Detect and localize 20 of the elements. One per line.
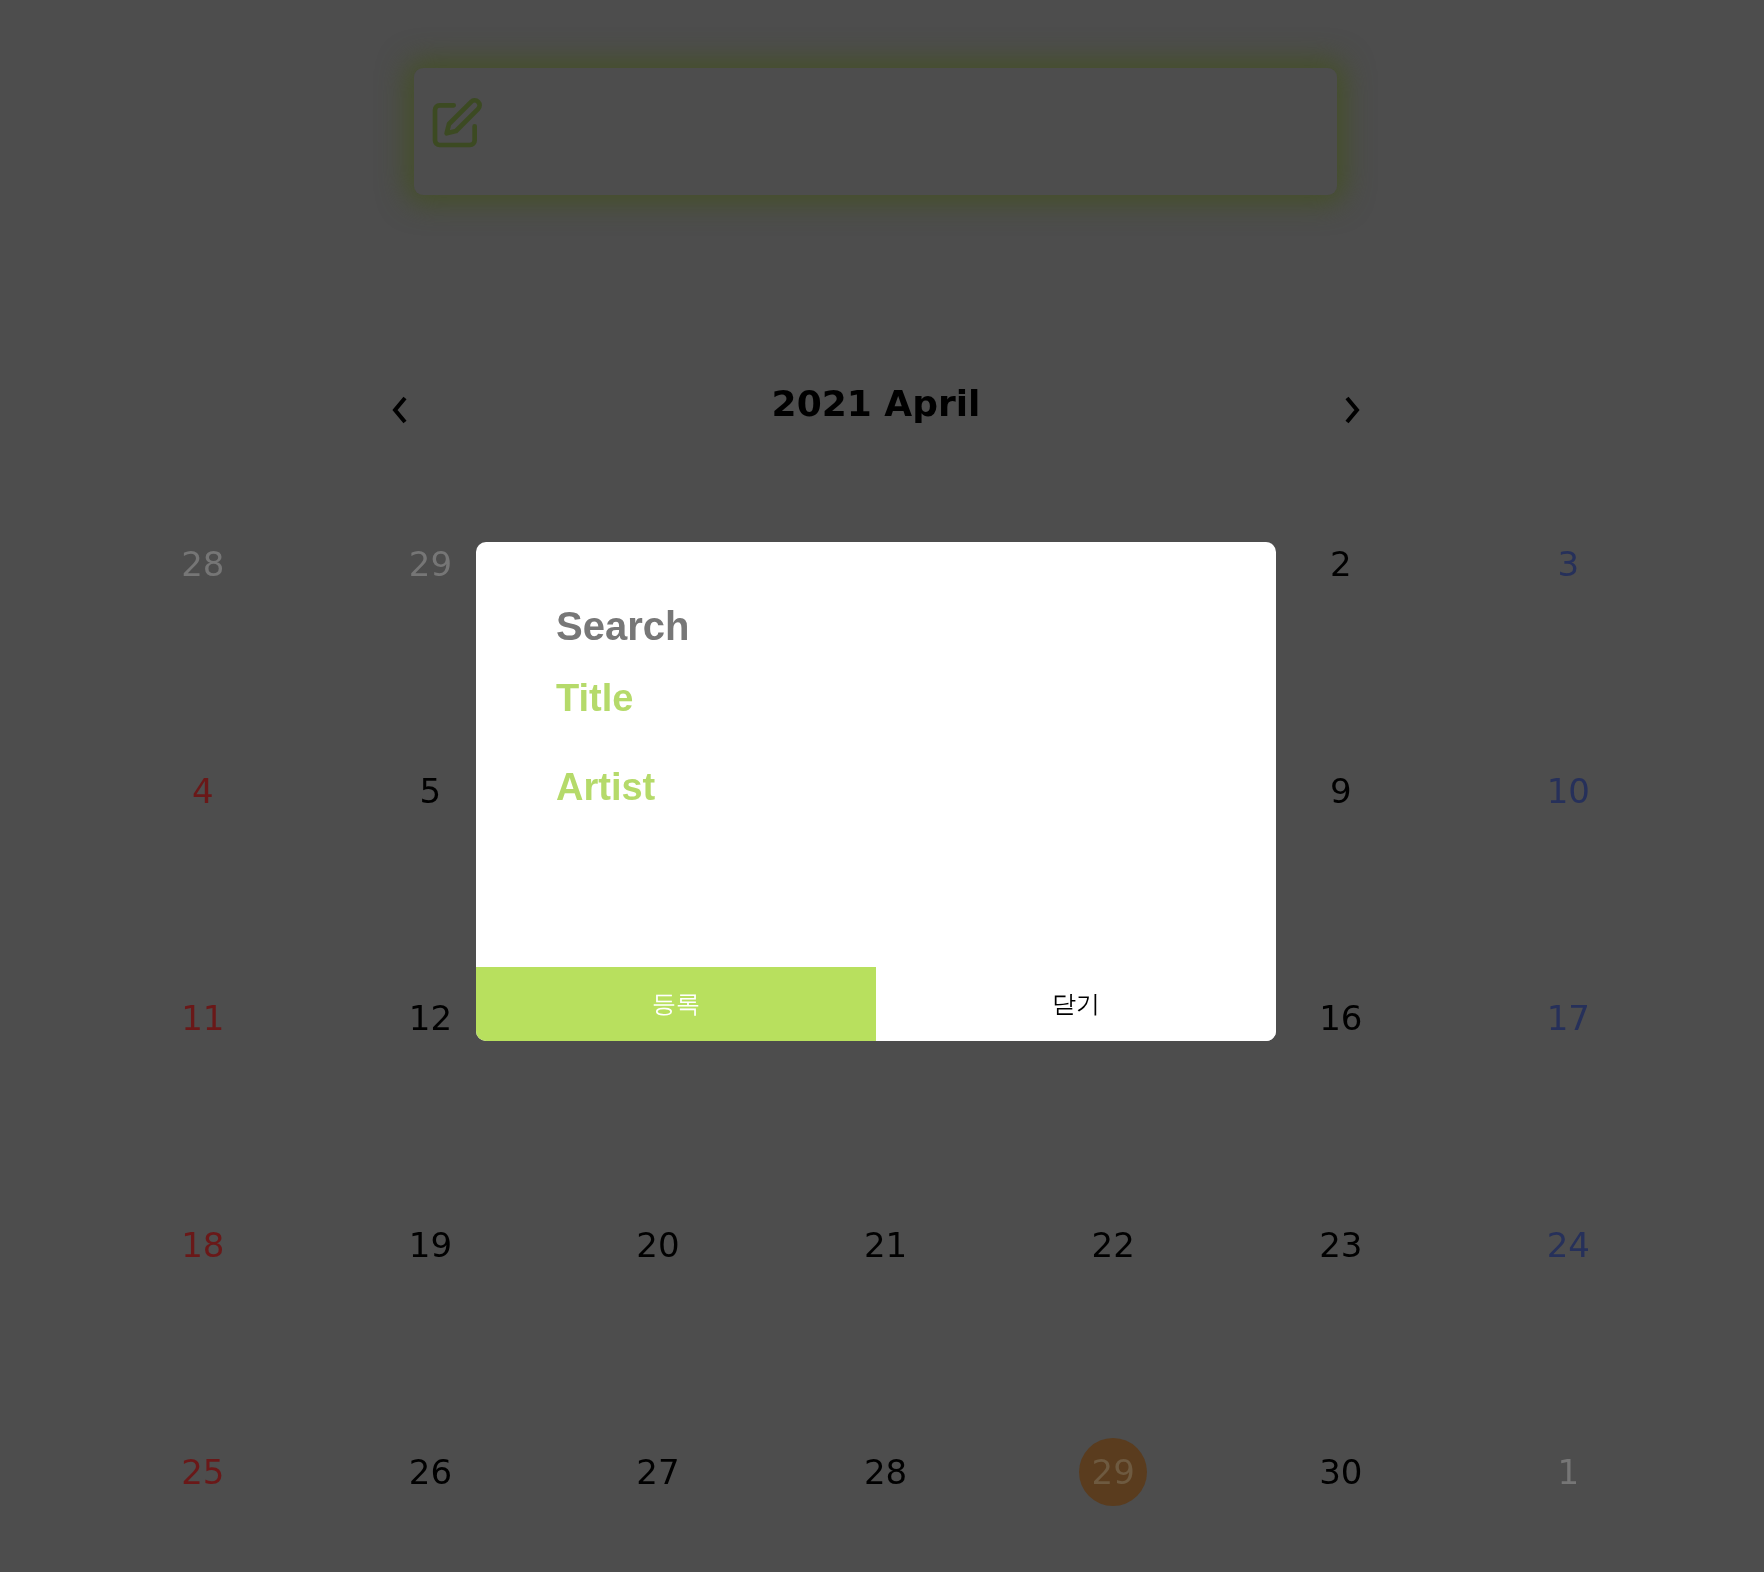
calendar-date[interactable]: 21 — [863, 1227, 908, 1262]
calendar-date[interactable]: 9 — [1329, 773, 1352, 808]
month-title: 2021 April — [771, 382, 981, 424]
dialog-title: Search — [556, 604, 691, 649]
field-label: Title — [556, 677, 635, 720]
calendar-date[interactable]: 22 — [1091, 1227, 1135, 1262]
calendar-date[interactable]: 26 — [408, 1454, 452, 1489]
calendar-date[interactable]: 23 — [1319, 1227, 1363, 1262]
calendar-date[interactable]: 30 — [1319, 1454, 1363, 1489]
register-button[interactable]: 등록 — [476, 967, 876, 1041]
calendar-date[interactable]: 12 — [408, 1000, 452, 1035]
calendar-date[interactable]: 16 — [1319, 1000, 1363, 1035]
input-bar[interactable] — [414, 68, 1337, 195]
calendar-date[interactable]: 27 — [636, 1454, 680, 1489]
calendar-date[interactable]: 28 — [863, 1454, 908, 1489]
calendar-date[interactable]: 5 — [419, 773, 442, 808]
calendar-date[interactable]: 19 — [408, 1227, 452, 1262]
calendar-date[interactable]: 20 — [636, 1227, 680, 1262]
field-label: Artist — [556, 766, 657, 809]
calendar-date[interactable]: 2 — [1329, 546, 1352, 581]
